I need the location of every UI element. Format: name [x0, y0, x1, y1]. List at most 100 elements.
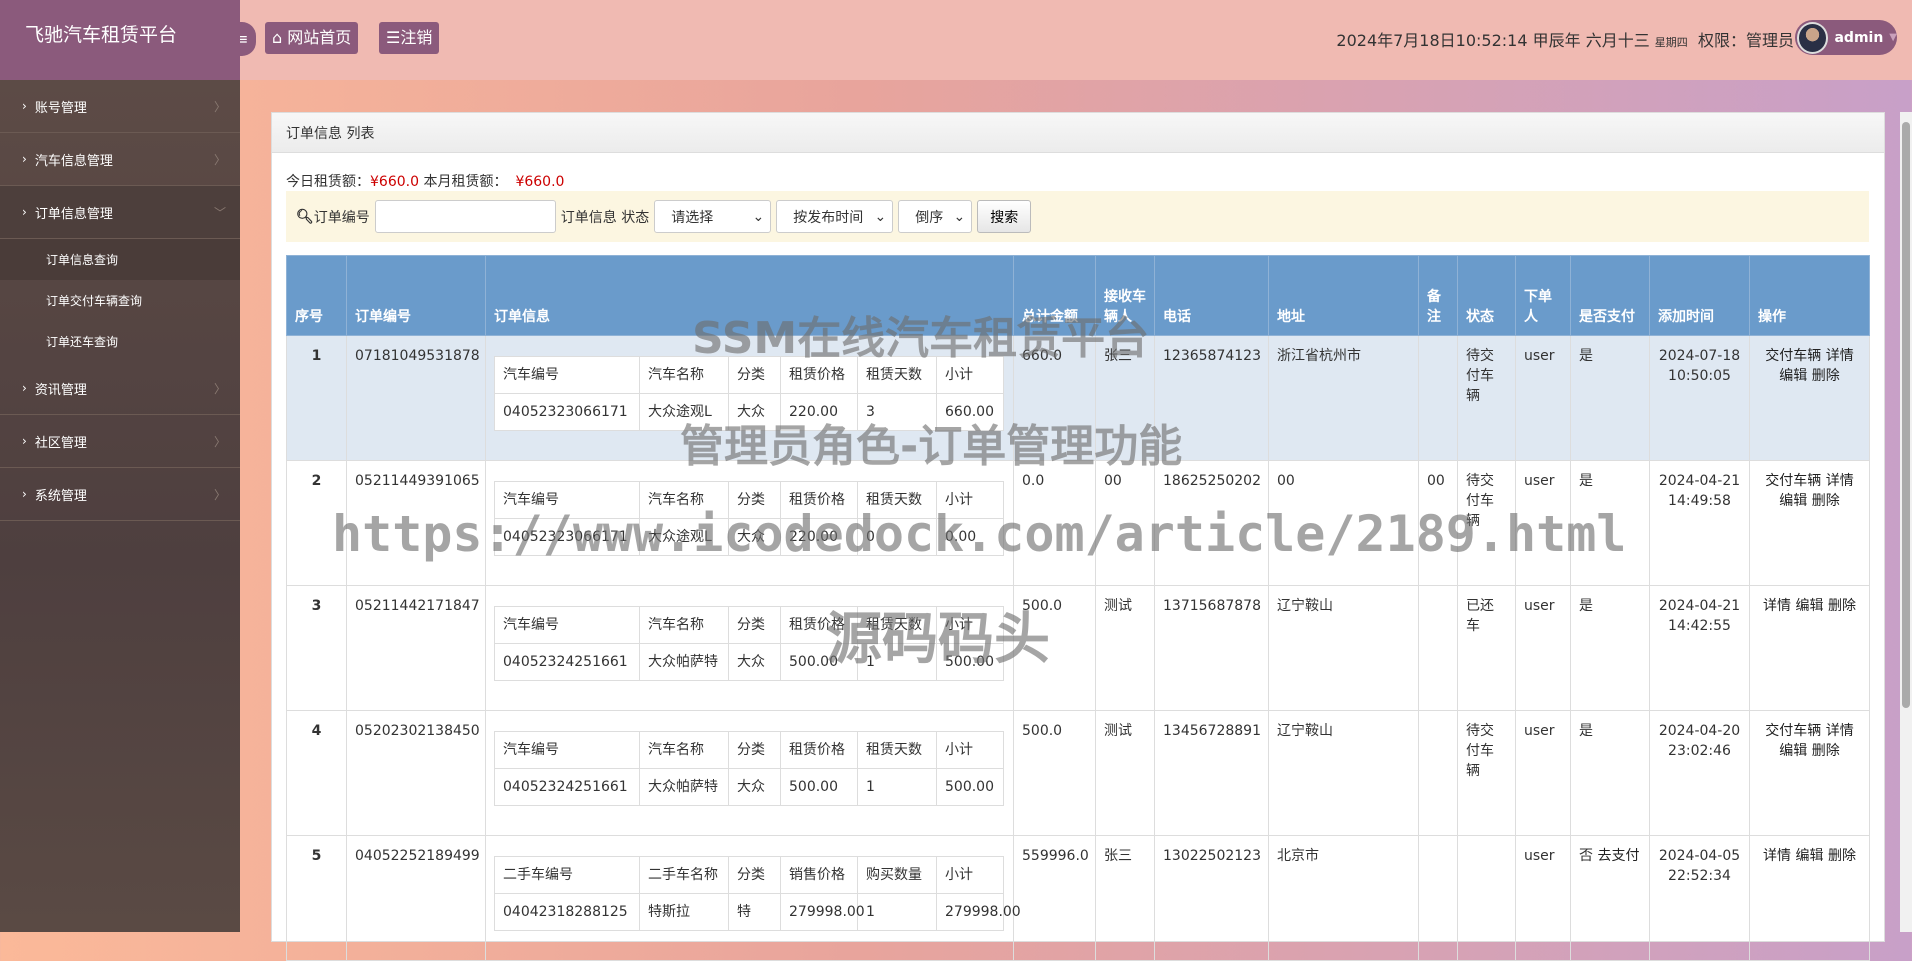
logout-button[interactable]: ☰注销 — [379, 22, 440, 54]
order-info: 二手车编号 二手车名称 分类 销售价格 购买数量 小计 04042318288125 特斯拉特… — [485, 835, 1021, 961]
sidebar-item[interactable]: › 汽车信息管理 〉 — [0, 133, 240, 186]
action-detail-link[interactable]: 详情 — [1826, 723, 1854, 739]
action-detail-link[interactable]: 详情 — [1763, 848, 1791, 864]
order-items-cell: 04052324251661 — [494, 768, 640, 806]
column-header: 下单人 — [1515, 255, 1571, 336]
sidebar-item[interactable]: › 订单信息管理 ﹀ — [0, 186, 240, 239]
status: 待交付车辆 — [1457, 460, 1516, 586]
receiver: 张三 — [1095, 335, 1155, 461]
order-items-header-cell: 小计 — [936, 606, 1004, 644]
order-no-input[interactable] — [374, 200, 556, 233]
action-delete-link[interactable]: 删除 — [1812, 493, 1840, 509]
chevron-right-icon: 〉 — [213, 434, 226, 449]
sidebar-item[interactable]: › 社区管理 〉 — [0, 415, 240, 468]
row-actions: 交付车辆 详情 编辑 删除 — [1749, 710, 1870, 836]
action-edit-link[interactable]: 编辑 — [1779, 743, 1807, 759]
address: 浙江省杭州市 — [1268, 335, 1419, 461]
receiver: 张三 — [1095, 835, 1155, 961]
order-no: 05211442171847 — [346, 585, 486, 711]
order-items-cell: 660.00 — [936, 393, 1004, 431]
order-items-row: 04052323066171 大众途观L 大众 220.00 3 660.00 — [494, 393, 1004, 431]
sidebar-item[interactable]: › 系统管理 〉 — [0, 468, 240, 521]
sidebar-subitem[interactable]: 订单还车查询 — [0, 321, 240, 362]
user-menu[interactable]: admin ▼ — [1795, 20, 1897, 55]
action-delete-link[interactable]: 删除 — [1828, 848, 1856, 864]
chevron-down-icon: ﹀ — [213, 205, 226, 220]
column-header: 添加时间 — [1649, 255, 1750, 336]
status: 待交付车辆 — [1457, 710, 1516, 836]
row-seq: 4 — [286, 710, 347, 836]
action-delete-link[interactable]: 删除 — [1812, 368, 1840, 384]
top-header: ≡ ⌂ 网站首页 ☰注销 2024年7月18日10:52:14 甲辰年 六月十三… — [228, 0, 1912, 80]
action-deliver-link[interactable]: 交付车辆 — [1765, 348, 1821, 364]
chevron-right-icon: 〉 — [213, 99, 226, 114]
sort-order-select[interactable]: 倒序 ⌄ — [898, 200, 973, 233]
action-detail-link[interactable]: 详情 — [1763, 598, 1791, 614]
chevron-right-icon: › — [22, 99, 27, 113]
action-detail-link[interactable]: 详情 — [1826, 348, 1854, 364]
order-items-cell: 500.00 — [780, 643, 858, 681]
chevron-right-icon: 〉 — [213, 152, 226, 167]
action-edit-link[interactable]: 编辑 — [1796, 598, 1824, 614]
row-actions: 交付车辆 详情 编辑 删除 — [1749, 335, 1870, 461]
address: 00 — [1268, 460, 1419, 586]
order-items-cell: 3 — [857, 393, 937, 431]
status: 待交付车辆 — [1457, 335, 1516, 461]
action-edit-link[interactable]: 编辑 — [1796, 848, 1824, 864]
row-actions: 详情 编辑 删除 — [1749, 585, 1870, 711]
sort-field-select[interactable]: 按发布时间 ⌄ — [776, 200, 894, 233]
user: user — [1515, 335, 1571, 461]
table-row[interactable]: 2 05211449391065 汽车编号 汽车名称 分类 租赁价格 租赁天数 小计 04052… — [286, 460, 1870, 586]
home-icon: ⌂ — [272, 28, 283, 47]
order-items-header: 汽车编号 汽车名称 分类 租赁价格 租赁天数 小计 — [494, 731, 1004, 769]
logout-label: 注销 — [400, 28, 433, 47]
action-delete-link[interactable]: 删除 — [1812, 743, 1840, 759]
sidebar-subitem[interactable]: 订单交付车辆查询 — [0, 280, 240, 321]
total: 500.0 — [1013, 585, 1096, 711]
pay-link[interactable]: 去支付 — [1597, 848, 1639, 864]
row-seq: 5 — [286, 835, 347, 961]
table-row[interactable]: 1 07181049531878 汽车编号 汽车名称 分类 租赁价格 租赁天数 小计 04052… — [286, 335, 1870, 461]
order-items-row: 04052324251661 大众帕萨特 大众 500.00 1 500.00 — [494, 643, 1004, 681]
column-header: 总计金额 — [1013, 255, 1096, 336]
order-items-cell: 大众帕萨特 — [639, 643, 729, 681]
sidebar-item[interactable]: › 资讯管理 〉 — [0, 362, 240, 415]
column-header: 接收车辆人 — [1095, 255, 1155, 336]
sidebar-subitem[interactable]: 订单信息查询 — [0, 239, 240, 280]
order-items-cell: 大众途观L — [639, 393, 729, 431]
action-deliver-link[interactable]: 交付车辆 — [1765, 473, 1821, 489]
column-header: 状态 — [1457, 255, 1516, 336]
column-header: 操作 — [1749, 255, 1870, 336]
scrollbar[interactable] — [1900, 112, 1912, 932]
order-items-header-cell: 租赁价格 — [780, 731, 858, 769]
phone: 13456728891 — [1154, 710, 1269, 836]
role-label: 权限： — [1697, 31, 1746, 50]
home-button[interactable]: ⌂ 网站首页 — [265, 22, 359, 54]
receiver: 测试 — [1095, 585, 1155, 711]
action-deliver-link[interactable]: 交付车辆 — [1765, 723, 1821, 739]
month-value: ¥660.0 — [515, 174, 565, 190]
order-items-row: 04052323066171 大众途观L 大众 220.00 0 0.00 — [494, 518, 1004, 556]
table-row[interactable]: 4 05202302138450 汽车编号 汽车名称 分类 租赁价格 租赁天数 小计 04052… — [286, 710, 1870, 836]
sort-field-value: 按发布时间 — [793, 209, 864, 226]
chevron-right-icon: › — [22, 152, 27, 166]
phone: 13022502123 — [1154, 835, 1269, 961]
order-items-cell: 279998.00 — [780, 893, 865, 931]
table-row[interactable]: 5 04052252189499 二手车编号 二手车名称 分类 销售价格 购买数量 小计 040… — [286, 835, 1870, 961]
added-time: 2024-04-05 22:52:34 — [1649, 835, 1750, 961]
sort-order-value: 倒序 — [915, 209, 944, 226]
order-items-cell: 500.00 — [936, 768, 1004, 806]
status-select[interactable]: 请选择 ⌄ — [654, 200, 772, 233]
search-button[interactable]: 搜索 — [977, 200, 1032, 233]
row-actions: 详情 编辑 删除 — [1749, 835, 1870, 961]
table-row[interactable]: 3 05211442171847 汽车编号 汽车名称 分类 租赁价格 租赁天数 小计 04052… — [286, 585, 1870, 711]
remark — [1418, 585, 1458, 711]
action-edit-link[interactable]: 编辑 — [1779, 368, 1807, 384]
sidebar-item[interactable]: › 账号管理 〉 — [0, 80, 240, 133]
action-detail-link[interactable]: 详情 — [1826, 473, 1854, 489]
scrollbar-thumb[interactable] — [1902, 122, 1910, 708]
order-no: 04052252189499 — [346, 835, 486, 961]
order-items-cell: 大众 — [728, 768, 781, 806]
action-delete-link[interactable]: 删除 — [1828, 598, 1856, 614]
action-edit-link[interactable]: 编辑 — [1779, 493, 1807, 509]
